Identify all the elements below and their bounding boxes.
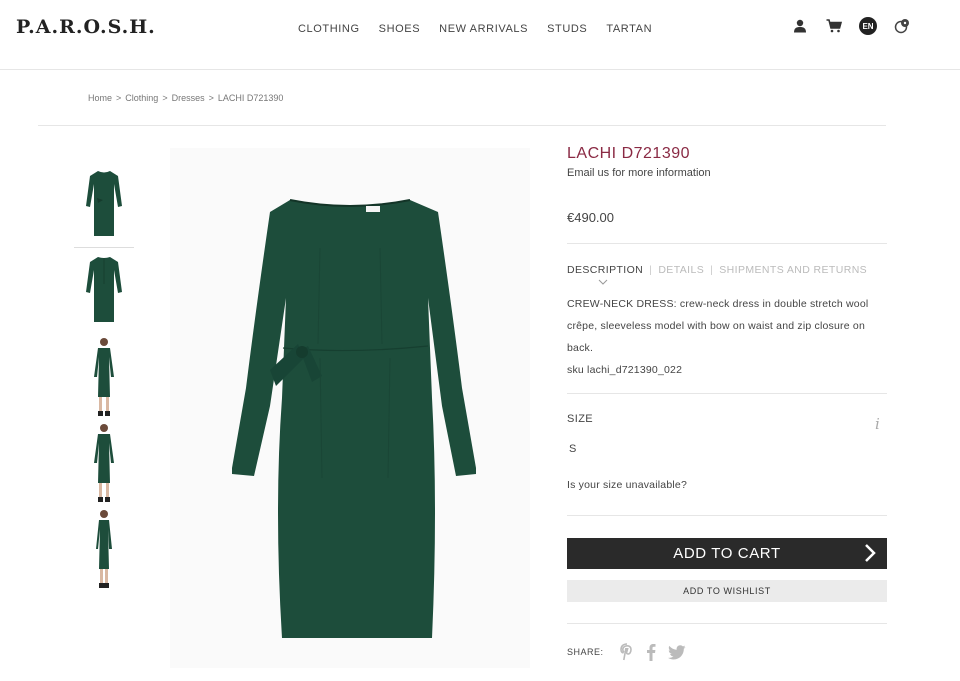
tab-description[interactable]: DESCRIPTION [567, 264, 643, 276]
chat-icon[interactable] [892, 16, 912, 36]
header-icons: EN [790, 16, 912, 36]
tab-separator: | [649, 264, 653, 276]
nav-item-studs[interactable]: STUDS [547, 23, 587, 35]
breadcrumb-divider [38, 125, 886, 126]
size-unavailable-link[interactable]: Is your size unavailable? [567, 479, 687, 491]
user-icon[interactable] [790, 16, 810, 36]
breadcrumb-separator: > [116, 93, 122, 103]
tab-shipments-returns[interactable]: SHIPMENTS AND RETURNS [719, 264, 867, 276]
share-label: SHARE: [567, 647, 604, 657]
share-bar: SHARE: [567, 643, 686, 661]
twitter-icon[interactable] [667, 644, 686, 660]
divider [567, 623, 887, 624]
description-text: CREW-NECK DRESS: crew-neck dress in doub… [567, 298, 869, 354]
breadcrumb-clothing[interactable]: Clothing [125, 93, 158, 103]
nav-item-tartan[interactable]: TARTAN [606, 23, 652, 35]
pinterest-icon[interactable] [619, 643, 634, 661]
site-logo[interactable]: P.A.R.O.S.H. [16, 16, 156, 38]
divider [567, 243, 887, 244]
info-tabs: DESCRIPTION | DETAILS | SHIPMENTS AND RE… [567, 264, 867, 276]
nav-item-shoes[interactable]: SHOES [379, 23, 421, 35]
cart-icon[interactable] [824, 16, 844, 36]
language-badge: EN [859, 17, 877, 35]
breadcrumb-current: LACHI D721390 [217, 93, 284, 103]
add-to-cart-button[interactable]: ADD TO CART [567, 538, 887, 569]
breadcrumb-separator: > [208, 93, 214, 103]
product-info: LACHI D721390 Email us for more informat… [567, 145, 887, 661]
thumbnail-front[interactable] [74, 162, 134, 248]
email-info[interactable]: Email us for more information [567, 167, 887, 179]
thumbnail-model-side[interactable] [74, 506, 134, 592]
main-nav: CLOTHING SHOES NEW ARRIVALS STUDS TARTAN [298, 23, 652, 35]
add-to-cart-label: ADD TO CART [673, 545, 781, 562]
thumbnail-model-back[interactable] [74, 420, 134, 506]
nav-item-new-arrivals[interactable]: NEW ARRIVALS [439, 23, 528, 35]
divider [567, 515, 887, 516]
facebook-icon[interactable] [646, 643, 656, 661]
size-label: SIZE [567, 413, 594, 425]
thumbnail-back[interactable] [74, 248, 134, 334]
chevron-right-icon [865, 544, 876, 562]
language-icon[interactable]: EN [858, 16, 878, 36]
breadcrumb-dresses[interactable]: Dresses [172, 93, 205, 103]
thumbnail-list [74, 162, 134, 592]
product-sku: sku lachi_d721390_022 [567, 364, 683, 376]
breadcrumb-separator: > [162, 93, 168, 103]
main-product-image[interactable] [170, 148, 530, 668]
thumbnail-model-front[interactable] [74, 334, 134, 420]
site-header: P.A.R.O.S.H. CLOTHING SHOES NEW ARRIVALS… [0, 0, 960, 70]
product-description: CREW-NECK DRESS: crew-neck dress in doub… [567, 293, 882, 381]
nav-item-clothing[interactable]: CLOTHING [298, 23, 360, 35]
divider [567, 393, 887, 394]
breadcrumb-home[interactable]: Home [88, 93, 112, 103]
breadcrumb: Home > Clothing > Dresses > LACHI D72139… [88, 93, 283, 103]
add-to-wishlist-button[interactable]: ADD TO WISHLIST [567, 580, 887, 602]
product-price: €490.00 [567, 210, 614, 225]
chevron-down-icon [598, 279, 608, 285]
product-title: LACHI D721390 [567, 145, 691, 162]
tab-separator: | [710, 264, 714, 276]
size-info-icon[interactable]: i [875, 415, 880, 433]
size-option-s[interactable]: S [569, 443, 576, 455]
tab-details[interactable]: DETAILS [658, 264, 704, 276]
